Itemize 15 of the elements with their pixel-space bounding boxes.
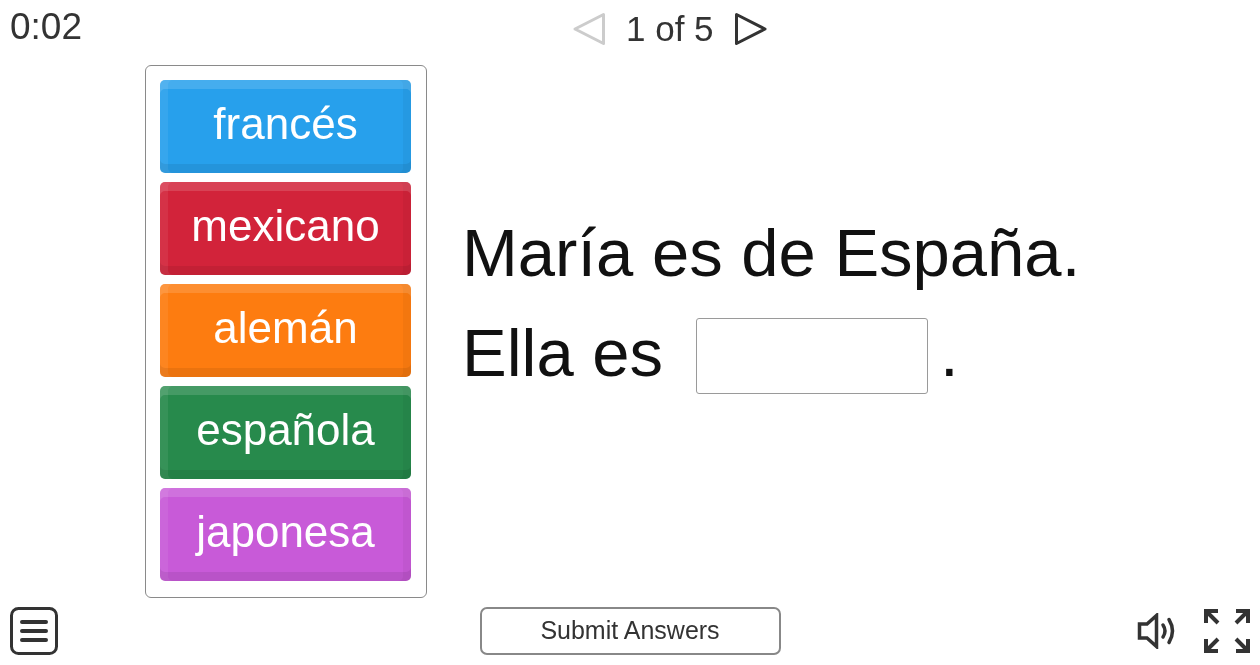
answer-choice[interactable]: española xyxy=(160,386,411,479)
fullscreen-icon[interactable] xyxy=(1204,608,1250,653)
timer: 0:02 xyxy=(10,6,82,47)
submit-button[interactable]: Submit Answers xyxy=(479,606,781,655)
menu-icon[interactable] xyxy=(10,606,58,655)
answer-field[interactable] xyxy=(696,318,929,394)
sentence-text: María es de España. xyxy=(462,214,1081,292)
prompt-text: . xyxy=(940,314,959,392)
page-counter: 1 of 5 xyxy=(626,8,714,50)
answer-choice[interactable]: japonesa xyxy=(160,488,411,581)
answer-choice[interactable]: alemán xyxy=(160,284,411,377)
answer-choice[interactable]: mexicano xyxy=(160,182,411,275)
right-triangle-icon[interactable] xyxy=(733,12,768,46)
prompt-text: Ella es xyxy=(462,314,664,392)
answer-choice[interactable]: francés xyxy=(160,80,411,173)
